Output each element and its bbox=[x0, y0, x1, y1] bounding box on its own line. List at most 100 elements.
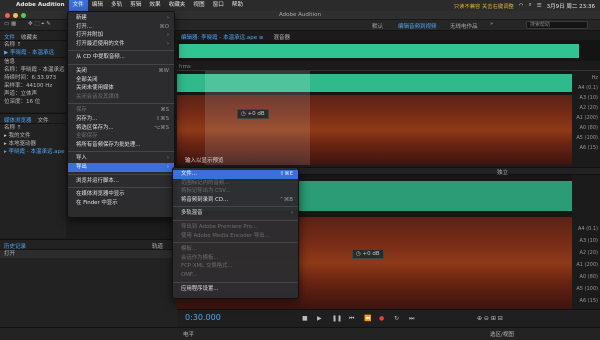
file-menu-item[interactable]: 将选区保存为... ⌥⌘S bbox=[68, 124, 174, 133]
preview-caption: 输入以显示预览 bbox=[185, 158, 224, 164]
export-menu-item[interactable]: 多轨混音 › bbox=[173, 209, 298, 218]
tab-history[interactable]: 历史记录 bbox=[4, 242, 26, 250]
export-menu-item-label: OMF... bbox=[181, 271, 198, 278]
file-menu-item[interactable]: 关闭 ⌘W bbox=[68, 67, 174, 76]
menu-clip[interactable]: 剪辑 bbox=[126, 0, 145, 11]
export-menu-item-label: 模板... bbox=[181, 246, 197, 253]
history-item-open[interactable]: 打开 bbox=[0, 250, 177, 258]
workspace-video[interactable]: 编辑音频到视频 bbox=[398, 22, 437, 30]
history-tabs: 历史记录 轨道 bbox=[0, 240, 177, 250]
export-menu-item-label: 文件... bbox=[181, 171, 197, 177]
info-heading: 信息 bbox=[0, 57, 66, 66]
export-menu-item-label: 范围标记内的音频... bbox=[181, 179, 230, 186]
file-menu-item[interactable]: 将所有音频保存为批处理... bbox=[68, 141, 174, 150]
menu-separator bbox=[68, 103, 174, 105]
tab-editor[interactable]: 编辑器: 李晓霞 - 本温承远.ape ≡ bbox=[181, 33, 263, 41]
file-menu-item[interactable]: 在 Finder 中显示 bbox=[68, 199, 174, 208]
pause-icon[interactable]: ❚❚ bbox=[332, 315, 342, 322]
search-icon[interactable]: ⌕ bbox=[529, 2, 532, 9]
waveform-view-icon[interactable]: ▭ ▦ bbox=[4, 21, 16, 27]
file-menu-item[interactable]: 从 CD 中提取音频... bbox=[68, 53, 174, 62]
menu-window[interactable]: 窗口 bbox=[209, 0, 228, 11]
selection-highlight[interactable] bbox=[205, 95, 310, 165]
editor-tabs: 编辑器: 李晓霞 - 本温承远.ape ≡ 混音器 bbox=[177, 31, 600, 41]
file-menu-item[interactable]: 浏览并运行脚本... bbox=[68, 177, 174, 186]
media-item[interactable]: ▸ 李晓霞 - 本温承远.ape bbox=[0, 148, 66, 156]
record-icon[interactable]: ● bbox=[379, 315, 384, 322]
media-item[interactable]: ▸ 本地驱动器 bbox=[0, 140, 66, 148]
file-menu-item-label: 保存 bbox=[76, 107, 87, 114]
stop-icon[interactable]: ■ bbox=[302, 315, 308, 322]
workspace-radio[interactable]: 无线电作品 bbox=[450, 22, 478, 30]
file-menu-item[interactable]: 关闭未使用媒体 bbox=[68, 84, 174, 93]
export-menu-item-label: 将音频刻录到 CD... bbox=[181, 196, 229, 203]
ruler-label: hms bbox=[179, 64, 191, 70]
datetime[interactable]: 3月9日 周二 23:36 bbox=[547, 2, 595, 10]
file-item[interactable]: ▶ 李晓霞 - 本温承远 bbox=[0, 49, 66, 57]
export-menu-item-label: 会话作为模板... bbox=[181, 254, 219, 261]
loop-icon[interactable]: ↻ bbox=[394, 315, 399, 322]
file-menu-item[interactable]: 打开并附加 › bbox=[68, 31, 174, 40]
control-center-icon[interactable]: ☰ bbox=[537, 3, 542, 9]
export-menu-item: 模板... bbox=[173, 245, 298, 254]
file-menu-item: 关闭会话及其媒体 bbox=[68, 93, 174, 102]
hud-gain-lower[interactable]: ◷ +0 dB bbox=[352, 249, 384, 259]
file-menu-item[interactable]: 新建 › bbox=[68, 14, 174, 23]
export-menu-item[interactable]: 文件... ⇧⌘E bbox=[173, 170, 298, 179]
rewind-icon[interactable]: ⏪ bbox=[364, 315, 371, 322]
wifi-icon[interactable]: ◠ bbox=[519, 3, 524, 9]
file-menu-item-label: 新建 bbox=[76, 15, 87, 21]
transport-bar: 0:30.000 ■ ▶ ❚❚ ⏮ ⏪ ● ↻ ⏭ ⊕ ⊖ ⊞ ⊟ bbox=[177, 309, 600, 327]
tab-files[interactable]: 文件 bbox=[4, 33, 15, 41]
tab-mixer[interactable]: 混音器 bbox=[273, 33, 290, 41]
waveform-upper[interactable] bbox=[177, 71, 572, 95]
file-menu-item-label: 打开最近使用的文件 bbox=[76, 40, 125, 47]
hud-gain-upper[interactable]: ◷ +0 dB bbox=[237, 109, 269, 119]
more-icon[interactable]: » bbox=[490, 21, 493, 27]
tab-favorites[interactable]: 收藏夹 bbox=[21, 33, 38, 41]
overview-waveform[interactable] bbox=[177, 41, 600, 61]
media-tabs: 媒体浏览器 文件 bbox=[0, 114, 66, 124]
workspace-default[interactable]: 默认 bbox=[372, 22, 383, 30]
export-menu-item[interactable]: 将音频刻录到 CD... ⌃⌘B bbox=[173, 196, 298, 205]
file-menu-item: 保存 ⌘S bbox=[68, 106, 174, 115]
menu-edit[interactable]: 编辑 bbox=[88, 0, 107, 11]
zoom-tools-icon[interactable]: ⊕ ⊖ ⊞ ⊟ bbox=[477, 315, 503, 322]
file-menu-item[interactable]: 导入 › bbox=[68, 154, 174, 163]
tab-tracks[interactable]: 轨道 bbox=[152, 242, 163, 250]
file-menu-item[interactable]: 另存为... ⇧⌘S bbox=[68, 115, 174, 124]
file-menu-item-label: 关闭 bbox=[76, 67, 87, 74]
file-menu-item[interactable]: 打开... ⌘O bbox=[68, 23, 174, 32]
menu-view[interactable]: 视图 bbox=[189, 0, 208, 11]
tool-icons[interactable]: ✥ ⬚ ⌖ ✎ bbox=[28, 21, 51, 28]
play-icon[interactable]: ▶ bbox=[317, 315, 322, 322]
skip-icon[interactable]: ⏭ bbox=[409, 315, 414, 323]
menu-help[interactable]: 帮助 bbox=[228, 0, 247, 11]
search-help-input[interactable]: 搜索帮助 bbox=[526, 21, 588, 29]
media-browser-panel: 媒体浏览器 文件 名称 ↑ ▸ 我的文件 ▸ 本地驱动器 ▸ 李晓霞 - 本温承… bbox=[0, 113, 66, 238]
export-menu-item-label: 应用程序设置... bbox=[181, 285, 219, 292]
menu-effects[interactable]: 效果 bbox=[145, 0, 164, 11]
file-menu-item[interactable]: 在媒体浏览器中显示 bbox=[68, 190, 174, 199]
tab-media-browser[interactable]: 媒体浏览器 bbox=[4, 116, 32, 124]
levels-label: 电平 bbox=[183, 332, 195, 338]
menu-multitrack[interactable]: 多轨 bbox=[107, 0, 126, 11]
export-menu-item: FCP XML 交换格式... bbox=[173, 262, 298, 271]
shortcut-label: ⌃⌘B bbox=[279, 196, 293, 203]
media-item[interactable]: ▸ 我的文件 bbox=[0, 132, 66, 140]
file-menu-item[interactable]: 导出 › bbox=[68, 162, 174, 172]
export-menu-item-label: 将标记导出为 CSV... bbox=[181, 188, 231, 195]
file-menu-item[interactable]: 全部关闭 bbox=[68, 76, 174, 85]
time-ruler[interactable]: hms bbox=[177, 64, 600, 71]
menu-favorites[interactable]: 收藏夹 bbox=[165, 0, 190, 11]
search-help-placeholder: 搜索帮助 bbox=[530, 22, 551, 28]
tab-media-files[interactable]: 文件 bbox=[38, 116, 49, 124]
file-menu-item-label: 导入 bbox=[76, 155, 87, 162]
file-menu-item[interactable]: 打开最近使用的文件 › bbox=[68, 40, 174, 49]
app-menu[interactable]: Adobe Audition bbox=[12, 0, 69, 11]
menu-file[interactable]: 文件 bbox=[68, 0, 88, 11]
go-start-icon[interactable]: ⏮ bbox=[349, 315, 354, 323]
hz-scale-upper: Hz A4 (0.1) A3 (10) A2 (20) A1 (200) A0 … bbox=[576, 75, 598, 151]
export-menu-item[interactable]: 应用程序设置... bbox=[173, 285, 298, 294]
file-menu-item-label: 另存为... bbox=[76, 115, 98, 122]
